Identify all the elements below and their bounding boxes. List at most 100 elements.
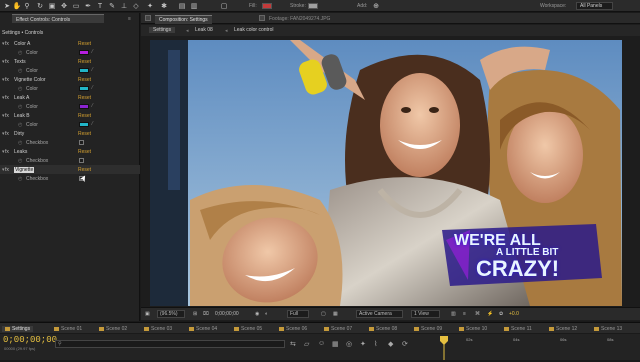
effect-row[interactable]: ▾ fx Vignette Reset (0, 165, 140, 174)
eyedropper-icon[interactable]: ⁄ (92, 104, 98, 109)
reset-button[interactable]: Reset (78, 95, 91, 101)
hand-tool-icon[interactable]: ✋ (13, 2, 22, 10)
effect-row[interactable]: ▾ fx Texts Reset (0, 57, 140, 66)
fill-swatch[interactable] (262, 3, 272, 9)
stopwatch-icon[interactable]: ◴ (18, 122, 22, 128)
subtab-leak-color-control[interactable]: Leak color control (230, 27, 277, 33)
stopwatch-icon[interactable]: ◴ (18, 68, 22, 74)
fx-icon[interactable]: fx (5, 113, 9, 119)
fx-icon[interactable]: fx (5, 149, 9, 155)
draft-3d-icon[interactable]: ▱ (304, 340, 309, 348)
snap-icon[interactable]: ▥ (190, 2, 198, 10)
eyedropper-icon[interactable]: ⁄ (92, 122, 98, 127)
stopwatch-icon[interactable]: ◴ (18, 104, 22, 110)
eyedropper-icon[interactable]: ⁄ (92, 68, 98, 73)
channel-icon[interactable]: ◐ (265, 311, 268, 317)
effect-row[interactable]: ▾ fx Leak A Reset (0, 93, 140, 102)
clone-stamp-tool-icon[interactable]: ⊥ (120, 2, 128, 10)
toggle-pixel-icon[interactable]: ▣ (145, 311, 150, 317)
playhead[interactable] (440, 336, 448, 360)
reset-button[interactable]: Reset (78, 41, 91, 47)
subtab-leak-08[interactable]: Leak 08 (191, 27, 217, 33)
footage-tab[interactable]: Footage: FAN2049274.JPG (269, 16, 330, 22)
brush-tool-icon[interactable]: ✎ (108, 2, 116, 10)
panel-menu-icon[interactable]: ≡ (128, 16, 131, 22)
color-swatch[interactable] (79, 86, 89, 91)
auto-keyframe-icon[interactable]: ◆ (388, 340, 393, 348)
timeline-icon[interactable]: ≡ (463, 311, 466, 317)
zoom-select[interactable]: (96.5%) (157, 310, 185, 318)
timeline-tab[interactable]: Scene 12 (549, 326, 577, 332)
timeline-timecode[interactable]: 0;00;00;00 (3, 335, 57, 345)
mask-tool-icon[interactable]: ▭ (72, 2, 80, 10)
stopwatch-icon[interactable]: ◴ (18, 140, 22, 146)
effect-controls-tab[interactable]: Effect Controls: Controls (12, 14, 104, 23)
fx-icon[interactable]: fx (5, 59, 9, 65)
layout-icon[interactable]: ▥ (451, 311, 456, 317)
pan-behind-tool-icon[interactable]: ✥ (60, 2, 68, 10)
type-tool-icon[interactable]: T (96, 2, 104, 10)
camera-select[interactable]: Active Camera (356, 310, 403, 318)
subtab-settings[interactable]: Settings (149, 27, 176, 33)
timeline-tab[interactable]: Scene 04 (189, 326, 217, 332)
reset-button[interactable]: Reset (78, 149, 91, 155)
stopwatch-icon[interactable]: ◴ (18, 158, 22, 164)
roto-brush-tool-icon[interactable]: ✦ (146, 2, 154, 10)
property-checkbox[interactable] (79, 140, 84, 145)
eyedropper-icon[interactable]: ⁄ (92, 50, 98, 55)
workspace-select[interactable]: All Panels (576, 2, 614, 10)
effect-row[interactable]: ▾ fx Vignette Color Reset (0, 75, 140, 84)
effect-row[interactable]: ▾ fx Leak B Reset (0, 111, 140, 120)
stroke-swatch[interactable] (308, 3, 318, 9)
timeline-search-input[interactable]: ⚲ (55, 340, 285, 348)
camera-tool-icon[interactable]: ▣ (48, 2, 56, 10)
current-time-field[interactable]: 0;00;00;00 (215, 311, 239, 317)
stopwatch-icon[interactable]: ◴ (18, 86, 22, 92)
lock-icon[interactable] (145, 15, 151, 21)
flowchart-icon[interactable]: ⌘ (475, 311, 480, 317)
color-swatch[interactable] (79, 50, 89, 55)
live-update-icon[interactable]: ⟳ (402, 340, 408, 348)
color-swatch[interactable] (79, 68, 89, 73)
fx-icon[interactable]: fx (5, 95, 9, 101)
reset-button[interactable]: Reset (78, 131, 91, 137)
timeline-tab[interactable]: Scene 05 (234, 326, 262, 332)
rotate-tool-icon[interactable]: ↻ (36, 2, 44, 10)
reset-button[interactable]: Reset (78, 77, 91, 83)
exposure-value[interactable]: +0.0 (509, 311, 519, 317)
timeline-tab[interactable]: Settings (2, 326, 34, 332)
resolution-select[interactable]: Full (287, 310, 310, 318)
fx-icon[interactable]: fx (5, 131, 9, 137)
fast-previews-icon[interactable]: ⚡ (487, 311, 493, 317)
color-swatch[interactable] (79, 122, 89, 127)
timeline-tab[interactable]: Scene 09 (414, 326, 442, 332)
pen-tool-icon[interactable]: ✒ (84, 2, 92, 10)
timeline-tab[interactable]: Scene 03 (144, 326, 172, 332)
region-icon[interactable]: ▢ (321, 311, 326, 317)
timeline-tab[interactable]: Scene 01 (54, 326, 82, 332)
eyedropper-icon[interactable]: ⁄ (92, 86, 98, 91)
selection-tool-icon[interactable]: ➤ (3, 2, 11, 10)
reset-button[interactable]: Reset (78, 59, 91, 65)
mask-toggle-icon[interactable]: ⌧ (203, 311, 209, 317)
stopwatch-icon[interactable]: ◴ (18, 176, 22, 182)
eraser-tool-icon[interactable]: ◇ (132, 2, 140, 10)
stopwatch-icon[interactable]: ◴ (18, 50, 22, 56)
view-layout-select[interactable]: 1 View (411, 310, 440, 318)
transparency-icon[interactable]: ▦ (333, 311, 338, 317)
timeline-tab[interactable]: Scene 13 (594, 326, 622, 332)
align-icon[interactable]: ▤ (178, 2, 186, 10)
timeline-tab[interactable]: Scene 07 (324, 326, 352, 332)
color-swatch[interactable] (79, 104, 89, 109)
fx-icon[interactable]: fx (5, 41, 9, 47)
shy-icon[interactable]: ☺ (318, 340, 325, 347)
fx-icon[interactable]: fx (5, 167, 9, 173)
grid-icon[interactable]: ⊞ (193, 311, 197, 317)
graph-editor-icon[interactable]: ⌇ (374, 340, 377, 348)
zoom-tool-icon[interactable]: ⚲ (23, 2, 31, 10)
effect-row[interactable]: ▾ fx Dirty Reset (0, 129, 140, 138)
brainstorm-icon[interactable]: ✦ (360, 340, 366, 348)
add-menu-icon[interactable]: ⊕ (372, 2, 380, 10)
composition-tab[interactable]: Composition: Settings (155, 15, 212, 24)
fx-icon[interactable]: fx (5, 77, 9, 83)
